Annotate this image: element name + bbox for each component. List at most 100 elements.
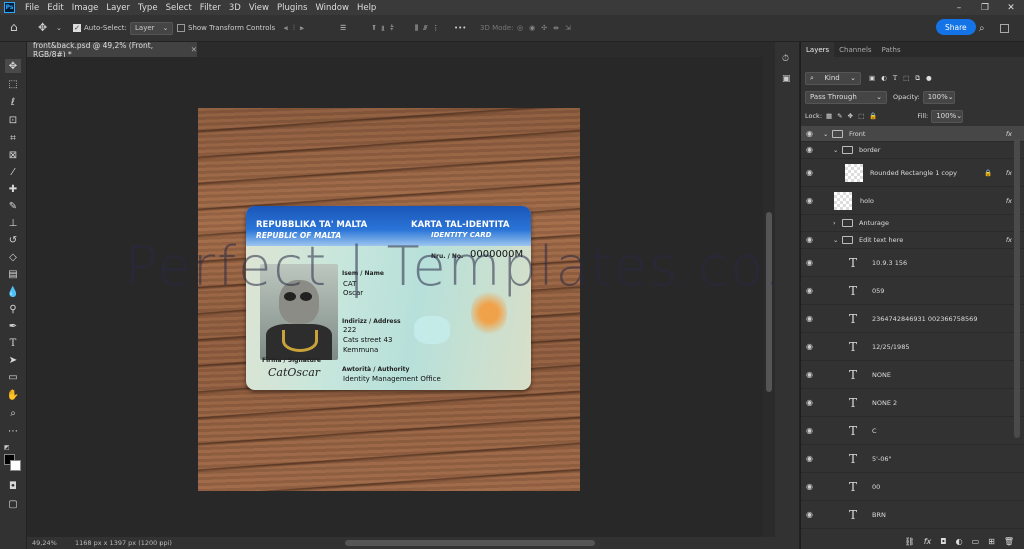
hand-tool-icon[interactable]: ✋: [5, 388, 21, 402]
align-bottom-icon[interactable]: ⫩: [390, 24, 394, 33]
layer-row[interactable]: ◉ T 059: [801, 277, 1024, 305]
screen-mode-icon[interactable]: ▢: [5, 497, 21, 511]
layer-row[interactable]: ◉ T 00: [801, 473, 1024, 501]
fx-icon[interactable]: fx: [924, 537, 932, 546]
lock-transparent-icon[interactable]: ▦: [826, 112, 832, 120]
fx-icon[interactable]: fx: [1006, 130, 1012, 138]
menu-view[interactable]: View: [245, 3, 273, 13]
crop-tool-icon[interactable]: ⌗: [5, 131, 21, 145]
lasso-tool-icon[interactable]: ℓ: [5, 95, 21, 109]
document-tab[interactable]: front&back.psd @ 49,2% (Front, RGB/8#) *…: [27, 41, 197, 59]
fx-icon[interactable]: fx: [1006, 236, 1012, 244]
lock-paint-icon[interactable]: ✎: [837, 112, 842, 120]
type-tool-icon[interactable]: T: [5, 336, 21, 350]
layer-row[interactable]: ◉ T NONE 2: [801, 389, 1024, 417]
expand-chevron-icon[interactable]: ⌄: [833, 146, 838, 154]
layers-scrollbar[interactable]: [1014, 138, 1020, 438]
layer-row[interactable]: ◉ ⌄ Front fx: [801, 126, 1024, 142]
align-left-icon[interactable]: ⫷: [284, 24, 288, 33]
layer-row[interactable]: ◉ ⌄ Edit text here fx: [801, 232, 1024, 249]
kind-filter-dropdown[interactable]: ⌕ Kind ⌄: [805, 71, 861, 85]
pen-tool-icon[interactable]: ✒: [5, 319, 21, 333]
link-layers-icon[interactable]: ⛓: [905, 537, 915, 546]
layer-row[interactable]: ◉ T BRN: [801, 501, 1024, 529]
filter-pixel-icon[interactable]: ▣: [869, 74, 875, 82]
history-panel-icon[interactable]: ⏱: [782, 54, 789, 64]
layer-row[interactable]: ◉ ⌄ border: [801, 142, 1024, 159]
lock-position-icon[interactable]: ✥: [848, 112, 853, 120]
visibility-eye-icon[interactable]: ◉: [806, 510, 816, 519]
distribute-v-icon[interactable]: ⫻: [423, 24, 427, 33]
zoom-tool-icon[interactable]: ⌕: [5, 406, 21, 420]
menu-filter[interactable]: Filter: [196, 3, 225, 13]
pan-icon[interactable]: ✣: [541, 24, 547, 32]
expand-chevron-icon[interactable]: ⌄: [823, 130, 828, 138]
fill-field[interactable]: 100% ⌄: [931, 109, 964, 123]
new-layer-icon[interactable]: ⊞: [988, 537, 995, 546]
object-select-icon[interactable]: ⊡: [5, 113, 21, 127]
maximize-icon[interactable]: ❐: [972, 0, 998, 15]
close-icon[interactable]: ✕: [998, 0, 1024, 15]
menu-window[interactable]: Window: [311, 3, 353, 13]
layer-row[interactable]: ◉ T NONE: [801, 361, 1024, 389]
horizontal-scroll-thumb[interactable]: [345, 540, 595, 546]
visibility-eye-icon[interactable]: ◉: [806, 286, 816, 295]
more-tools-icon[interactable]: ⋯: [5, 424, 21, 438]
layer-row[interactable]: › Anturage: [801, 215, 1024, 232]
visibility-eye-icon[interactable]: ◉: [806, 370, 816, 379]
dodge-tool-icon[interactable]: ⚲: [5, 302, 21, 316]
layer-row[interactable]: ◉ T 12/25/1985: [801, 333, 1024, 361]
marquee-tool-icon[interactable]: ⬚: [5, 77, 21, 91]
visibility-eye-icon[interactable]: ◉: [806, 482, 816, 491]
share-button[interactable]: Share: [936, 19, 976, 35]
move-tool-icon[interactable]: ✥: [5, 59, 21, 73]
visibility-eye-icon[interactable]: ◉: [806, 426, 816, 435]
clone-stamp-icon[interactable]: ⊥: [5, 216, 21, 230]
roll-icon[interactable]: ◉: [529, 24, 535, 32]
status-arrow-icon[interactable]: ›: [159, 539, 162, 547]
menu-3d[interactable]: 3D: [225, 3, 245, 13]
filter-smart-icon[interactable]: ⧉: [915, 74, 920, 83]
comments-panel-icon[interactable]: ▣: [782, 74, 791, 84]
visibility-eye-icon[interactable]: ◉: [806, 258, 816, 267]
tab-layers[interactable]: Layers: [801, 42, 835, 57]
distribute-space-icon[interactable]: ⋮: [432, 24, 439, 32]
blend-mode-dropdown[interactable]: Pass Through ⌄: [805, 90, 887, 104]
background-color[interactable]: [10, 460, 21, 471]
expand-chevron-icon[interactable]: ›: [833, 219, 836, 227]
zoom-level[interactable]: 49,24%: [32, 539, 57, 547]
visibility-eye-icon[interactable]: ◉: [806, 342, 816, 351]
distribute-icon[interactable]: ☰: [340, 21, 346, 35]
rectangle-tool-icon[interactable]: ▭: [5, 370, 21, 384]
eraser-icon[interactable]: ◇: [5, 250, 21, 264]
healing-brush-icon[interactable]: ✚: [5, 182, 21, 196]
add-mask-icon[interactable]: ◘: [940, 537, 946, 546]
menu-layer[interactable]: Layer: [102, 3, 134, 13]
align-top-icon[interactable]: ⫪: [372, 24, 376, 33]
new-group-icon[interactable]: ▭: [972, 537, 980, 546]
layer-row[interactable]: ◉ T 2364742846931 002366758569: [801, 305, 1024, 333]
visibility-eye-icon[interactable]: ◉: [806, 168, 816, 177]
eyedropper-icon[interactable]: ⁄: [5, 165, 21, 179]
menu-edit[interactable]: Edit: [43, 3, 67, 13]
align-right-icon[interactable]: ⫸: [300, 24, 304, 33]
more-options-button[interactable]: •••: [454, 21, 466, 35]
visibility-eye-icon[interactable]: ◉: [806, 454, 816, 463]
workspace-icon[interactable]: [1000, 21, 1009, 35]
menu-plugins[interactable]: Plugins: [273, 3, 311, 13]
visibility-eye-icon[interactable]: ◉: [806, 129, 816, 138]
auto-select-checkbox[interactable]: ✓ Auto-Select:: [73, 21, 127, 35]
reset-colors-icon[interactable]: ◩: [4, 444, 10, 451]
layer-row[interactable]: ◉ holo fx: [801, 187, 1024, 215]
menu-select[interactable]: Select: [162, 3, 196, 13]
lock-all-icon[interactable]: 🔒: [869, 112, 877, 120]
home-icon[interactable]: ⌂: [10, 20, 18, 34]
visibility-eye-icon[interactable]: ◉: [806, 196, 816, 205]
visibility-eye-icon[interactable]: ◉: [806, 236, 816, 244]
filter-type-icon[interactable]: T: [893, 74, 897, 82]
menu-help[interactable]: Help: [353, 3, 380, 13]
lock-artboard-icon[interactable]: ⬚: [858, 112, 864, 120]
layer-row[interactable]: ◉ T 10.9.3 156: [801, 249, 1024, 277]
show-transform-checkbox[interactable]: Show Transform Controls: [177, 21, 275, 35]
brush-tool-icon[interactable]: ✎: [5, 199, 21, 213]
